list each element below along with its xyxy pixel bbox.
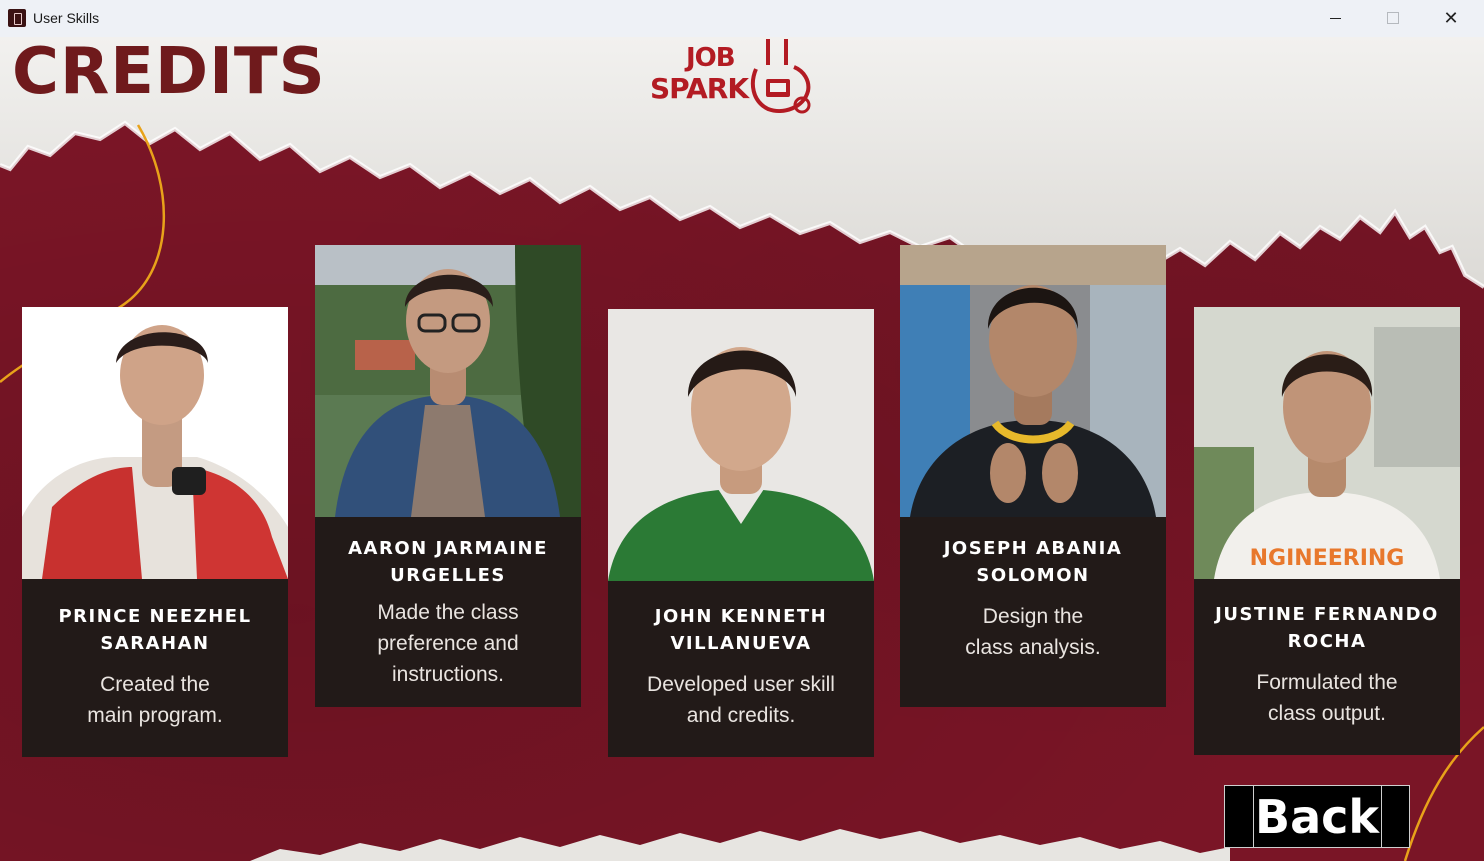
maximize-button[interactable]: [1364, 0, 1422, 36]
member-name: AARON JARMAINE URGELLES: [348, 538, 548, 586]
member-info-box: JUSTINE FERNANDO ROCHA Formulated the cl…: [1194, 579, 1460, 755]
maximize-icon: [1387, 12, 1399, 24]
logo-text-job: JOB: [686, 43, 736, 73]
back-button[interactable]: Back: [1224, 785, 1410, 848]
minimize-icon: [1329, 17, 1341, 19]
portrait-photo: [900, 245, 1166, 517]
credits-panel: CREDITS JOB SPARK PRINCE NEEZHEL SARAHAN…: [0, 37, 1484, 861]
close-button[interactable]: ✕: [1422, 0, 1480, 36]
member-role: Created the main program.: [87, 673, 223, 727]
window-titlebar: User Skills ✕: [0, 0, 1484, 38]
member-info-box: JOHN KENNETH VILLANUEVA Developed user s…: [608, 581, 874, 757]
member-info-box: PRINCE NEEZHEL SARAHAN Created the main …: [22, 579, 288, 757]
portrait-photo: [315, 245, 581, 517]
job-spark-logo-icon: [750, 39, 811, 114]
job-spark-logo: JOB SPARK: [648, 37, 818, 119]
button-edge: [1381, 786, 1382, 847]
member-info-box: JOSEPH ABANIA SOLOMON Design the class a…: [900, 517, 1166, 707]
close-icon: ✕: [1443, 7, 1459, 29]
member-info-box: AARON JARMAINE URGELLES Made the class p…: [315, 517, 581, 707]
member-role: Made the class preference and instructio…: [377, 601, 519, 686]
back-button-label: Back: [1255, 789, 1379, 844]
portrait-photo: [608, 309, 874, 581]
member-role: Formulated the class output.: [1256, 671, 1398, 725]
svg-text:NGINEERING: NGINEERING: [1250, 546, 1405, 571]
portrait-photo: [22, 307, 288, 579]
member-name: PRINCE NEEZHEL SARAHAN: [58, 606, 252, 654]
portrait-photo: NGINEERING: [1194, 307, 1460, 579]
logo-text-spark: SPARK: [650, 72, 749, 105]
member-name: JOHN KENNETH VILLANUEVA: [654, 606, 828, 654]
minimize-button[interactable]: [1306, 0, 1364, 36]
member-name: JOSEPH ABANIA SOLOMON: [943, 538, 1123, 586]
member-role: Design the class analysis.: [965, 605, 1101, 659]
page-title: CREDITS: [12, 37, 326, 109]
java-app-icon: [8, 9, 26, 27]
button-edge: [1253, 786, 1254, 847]
member-role: Developed user skill and credits.: [647, 673, 835, 727]
window-title: User Skills: [33, 10, 100, 26]
member-name: JUSTINE FERNANDO ROCHA: [1215, 604, 1439, 652]
